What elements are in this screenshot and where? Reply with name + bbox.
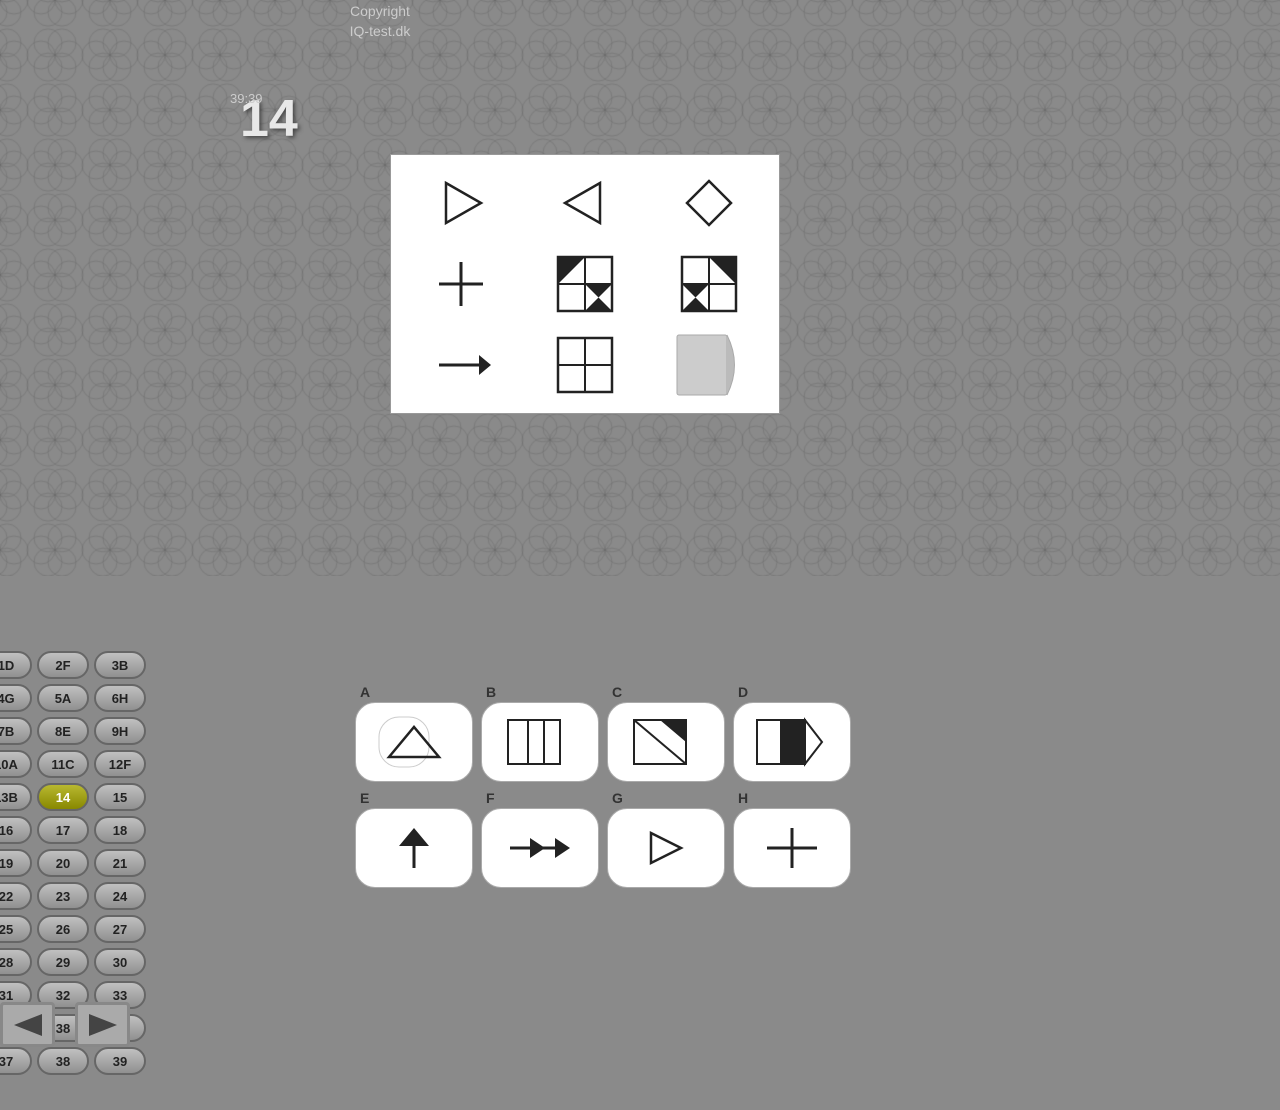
num-btn-24[interactable]: 24 [94,882,146,910]
copyright: Copyright IQ-test.dk [0,2,1020,41]
puzzle-cell-r2c3 [650,246,769,322]
num-btn-25[interactable]: 25 [0,915,32,943]
puzzle-cell-r3c1 [401,327,520,403]
num-btn-28[interactable]: 28 [0,948,32,976]
puzzle-container [390,154,780,414]
prev-button[interactable] [0,1002,55,1047]
navigation [0,1002,1280,1047]
num-btn-23[interactable]: 23 [37,882,89,910]
copyright-line1: Copyright [0,2,1020,22]
num-btn-1D[interactable]: 1D [0,651,32,679]
num-btn-39[interactable]: 39 [94,1047,146,1075]
num-btn-6H[interactable]: 6H [94,684,146,712]
num-btn-13B[interactable]: 13B [0,783,32,811]
num-btn-5A[interactable]: 5A [37,684,89,712]
puzzle-cell-r1c1 [401,165,520,241]
num-btn-38[interactable]: 38 [37,1047,89,1075]
num-btn-15[interactable]: 15 [94,783,146,811]
num-btn-30[interactable]: 30 [94,948,146,976]
num-btn-3B[interactable]: 3B [94,651,146,679]
puzzle-cell-r2c2 [525,246,644,322]
num-btn-20[interactable]: 20 [37,849,89,877]
puzzle-cell-r3c3-missing [650,327,769,403]
num-btn-29[interactable]: 29 [37,948,89,976]
num-btn-27[interactable]: 27 [94,915,146,943]
timer: 39:39 [230,91,1280,106]
num-btn-16[interactable]: 16 [0,816,32,844]
num-btn-22[interactable]: 22 [0,882,32,910]
num-btn-12F[interactable]: 12F [94,750,146,778]
puzzle-cell-r2c1 [401,246,520,322]
num-btn-14[interactable]: 14 [37,783,89,811]
num-btn-17[interactable]: 17 [37,816,89,844]
copyright-line2: IQ-test.dk [0,22,1020,42]
num-btn-11C[interactable]: 11C [37,750,89,778]
num-btn-4G[interactable]: 4G [0,684,32,712]
num-btn-18[interactable]: 18 [94,816,146,844]
num-btn-37[interactable]: 37 [0,1047,32,1075]
puzzle-cell-r1c2 [525,165,644,241]
puzzle-cell-r3c2 [525,327,644,403]
next-button[interactable] [75,1002,130,1047]
num-btn-19[interactable]: 19 [0,849,32,877]
num-btn-2F[interactable]: 2F [37,651,89,679]
puzzle-grid [391,155,779,413]
num-btn-7B[interactable]: 7B [0,717,32,745]
num-btn-10A[interactable]: 10A [0,750,32,778]
puzzle-cell-r1c3 [650,165,769,241]
num-btn-8E[interactable]: 8E [37,717,89,745]
num-btn-21[interactable]: 21 [94,849,146,877]
num-btn-26[interactable]: 26 [37,915,89,943]
num-btn-9H[interactable]: 9H [94,717,146,745]
